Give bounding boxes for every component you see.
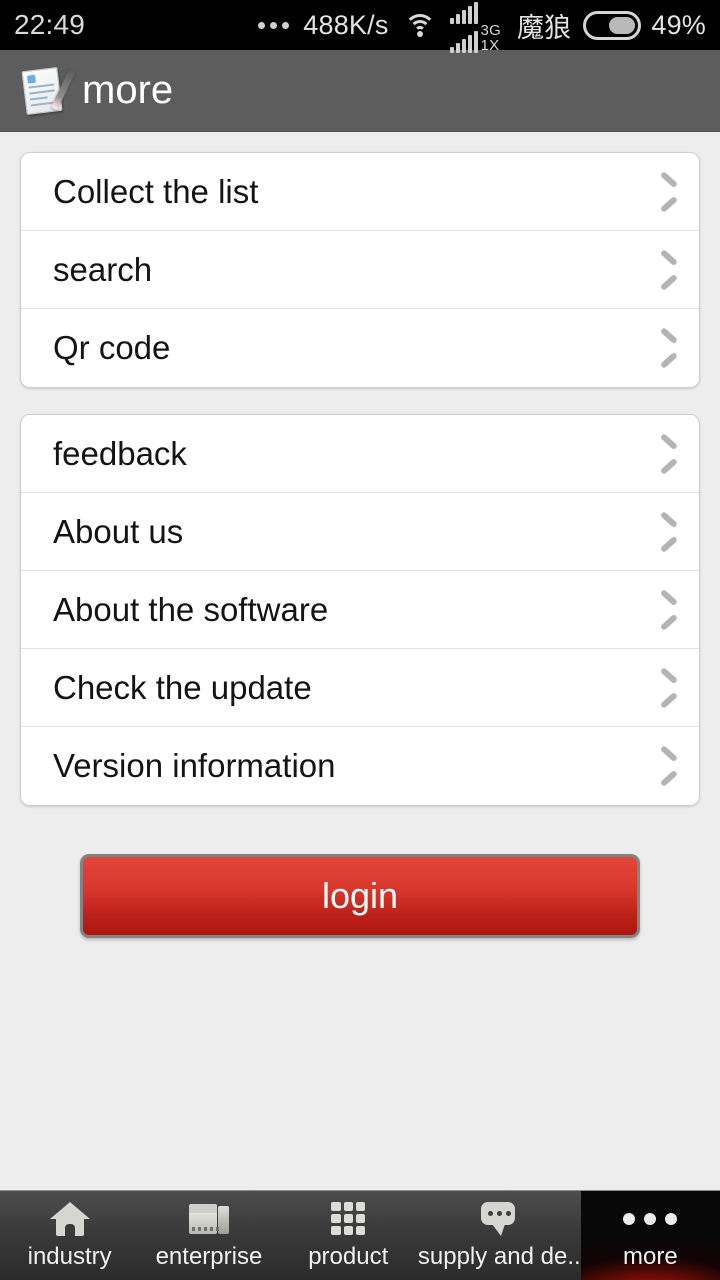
ellipsis-icon: [258, 21, 290, 29]
status-clock: 22:49: [14, 9, 86, 40]
settings-content: Collect the list search Qr code feedback…: [0, 132, 720, 938]
chevron-right-icon: [655, 669, 677, 707]
menu-item-label: Qr code: [53, 329, 171, 366]
carrier-label: 魔狼: [516, 12, 572, 43]
tab-product[interactable]: product: [279, 1191, 418, 1280]
factory-icon: [188, 1201, 229, 1237]
menu-group-tools: Collect the list search Qr code: [20, 152, 700, 388]
menu-item-check-the-update[interactable]: Check the update: [21, 649, 699, 727]
signal-label-1x: 1X: [480, 36, 500, 54]
chevron-right-icon: [655, 747, 677, 785]
chevron-right-icon: [655, 591, 677, 629]
menu-item-label: search: [53, 250, 153, 288]
menu-item-search[interactable]: search: [21, 231, 699, 309]
tab-label: industry: [27, 1242, 112, 1270]
battery-percent-label: 49%: [651, 9, 706, 40]
grid-icon: [331, 1201, 366, 1237]
tab-more[interactable]: more: [580, 1191, 720, 1280]
menu-item-qr-code[interactable]: Qr code: [21, 309, 699, 387]
status-bar: 22:49 488K/s 3G 1X 魔狼 49%: [0, 0, 720, 54]
tab-industry[interactable]: industry: [0, 1191, 139, 1280]
wifi-icon: [403, 12, 437, 38]
bottom-navigation-bar: industry enterprise product supply and d…: [0, 1190, 720, 1280]
menu-item-label: feedback: [53, 434, 187, 472]
chevron-right-icon: [655, 251, 677, 289]
signal-label-3g: 3G: [480, 21, 501, 39]
menu-item-collect-the-list[interactable]: Collect the list: [21, 153, 699, 231]
menu-item-about-the-software[interactable]: About the software: [21, 571, 699, 649]
tab-enterprise[interactable]: enterprise: [139, 1191, 278, 1280]
login-button-container: login: [20, 832, 700, 938]
battery-icon: [583, 10, 642, 40]
menu-item-label: Collect the list: [53, 172, 259, 210]
chevron-right-icon: [655, 513, 677, 551]
app-header: more: [0, 50, 720, 132]
home-icon: [49, 1201, 90, 1237]
tab-label: enterprise: [155, 1242, 263, 1270]
login-button[interactable]: login: [80, 854, 640, 938]
tab-label: supply and de..: [417, 1242, 581, 1270]
menu-item-feedback[interactable]: feedback: [21, 415, 699, 493]
chat-bubble-icon: [479, 1201, 519, 1237]
chevron-right-icon: [655, 435, 677, 473]
document-pen-icon: [20, 66, 77, 116]
ellipsis-icon: [623, 1201, 678, 1237]
tab-label: product: [308, 1242, 389, 1270]
menu-item-label: About us: [53, 512, 184, 550]
menu-item-label: About the software: [53, 590, 329, 628]
menu-item-label: Check the update: [53, 668, 312, 706]
signal-strength-icon: 3G 1X: [449, 0, 513, 54]
tab-label: more: [622, 1242, 678, 1270]
menu-item-about-us[interactable]: About us: [21, 493, 699, 571]
chevron-right-icon: [655, 173, 677, 211]
tab-supply-and-demand[interactable]: supply and de..: [418, 1191, 581, 1280]
menu-item-label: Version information: [53, 747, 336, 784]
chevron-right-icon: [655, 329, 677, 367]
network-speed-label: 488K/s: [303, 9, 389, 40]
menu-item-version-information[interactable]: Version information: [21, 727, 699, 805]
menu-group-about: feedback About us About the software Che…: [20, 414, 700, 806]
page-title: more: [82, 68, 174, 112]
phone-screen: 22:49 488K/s 3G 1X 魔狼 49% more Collect t…: [0, 0, 720, 1280]
